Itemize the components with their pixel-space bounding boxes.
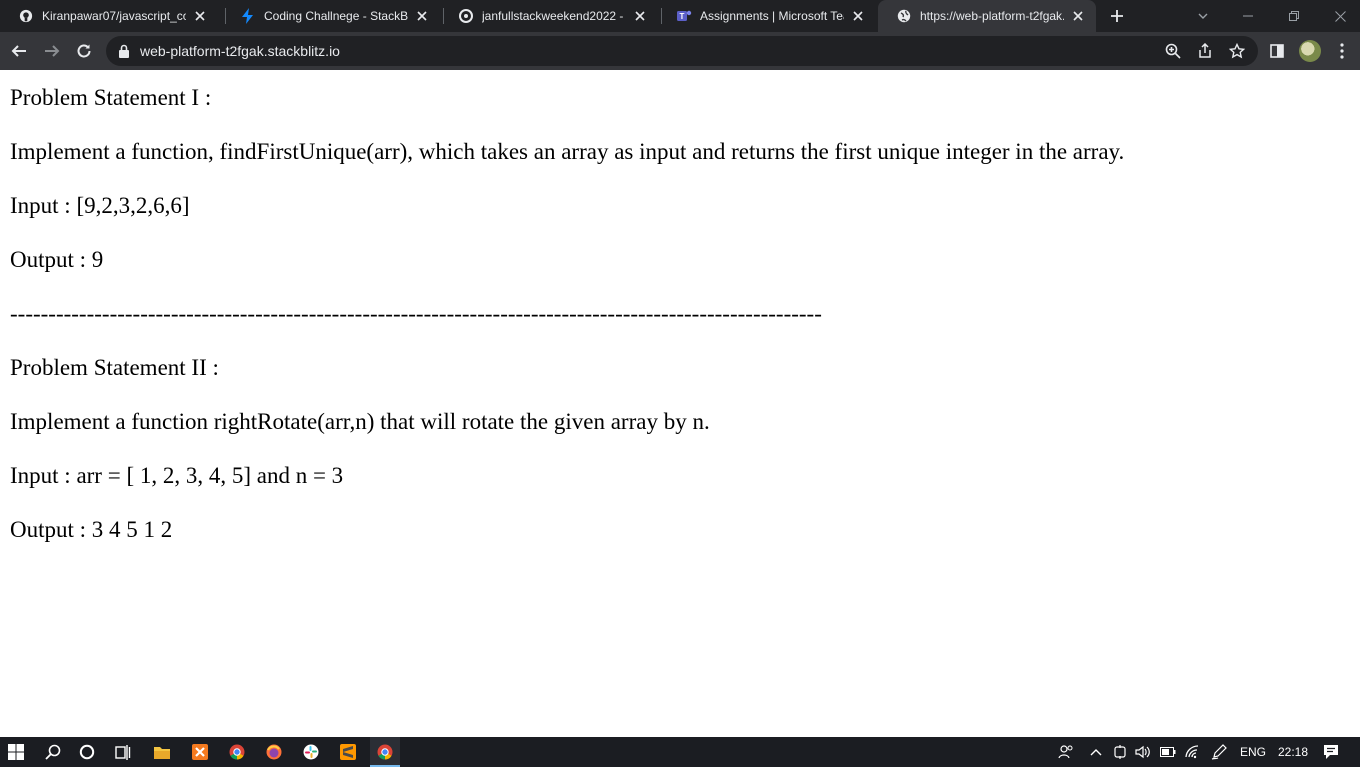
problem-2-output: Output : 3 4 5 1 2 [10,517,173,542]
tab-active-page[interactable]: https://web-platform-t2fgak. [878,0,1096,32]
side-panel-icon[interactable] [1267,41,1287,61]
lock-icon[interactable] [118,44,132,58]
chrome-icon[interactable] [227,742,247,762]
windows-start-icon[interactable] [6,742,26,762]
close-icon[interactable] [1070,8,1086,24]
search-icon[interactable] [43,742,63,762]
zoom-icon[interactable] [1164,42,1182,60]
problem-1-description: Implement a function, findFirstUnique(ar… [10,139,1125,164]
tab-title: Assignments | Microsoft Tear [700,9,844,23]
separator-line: ----------------------------------------… [10,301,822,326]
wifi-icon[interactable] [1183,742,1203,762]
profile-avatar[interactable] [1299,40,1321,62]
browser-toolbar: web-platform-t2fgak.stackblitz.io [0,32,1360,70]
replit-icon [458,8,474,24]
tab-title: Kiranpawar07/javascript_cod [42,9,186,23]
sublime-text-icon[interactable] [338,742,358,762]
url-text[interactable]: web-platform-t2fgak.stackblitz.io [140,43,340,59]
back-arrow-icon[interactable] [9,41,29,61]
globe-icon [896,8,912,24]
pen-icon[interactable] [1209,742,1229,762]
problem-2-heading: Problem Statement II : [10,355,219,380]
tab-replit[interactable]: janfullstackweekend2022 - R [440,0,658,32]
volume-icon[interactable] [1133,742,1153,762]
cortana-icon[interactable] [77,742,97,762]
svg-text:T: T [680,12,685,21]
tab-title: Coding Challnege - StackBlit [264,9,408,23]
window-close-icon[interactable] [1330,6,1350,26]
task-view-icon[interactable] [113,742,133,762]
problem-2-description: Implement a function rightRotate(arr,n) … [10,409,710,434]
menu-kebab-icon[interactable] [1332,41,1352,61]
chevron-up-icon[interactable] [1086,742,1106,762]
problem-2-input: Input : arr = [ 1, 2, 3, 4, 5] and n = 3 [10,463,344,488]
tab-github[interactable]: Kiranpawar07/javascript_cod [0,0,218,32]
stackblitz-icon [240,8,256,24]
forward-arrow-icon[interactable] [42,41,62,61]
xampp-icon[interactable] [190,742,210,762]
browser-tab-strip: Kiranpawar07/javascript_cod Coding Chall… [0,0,1360,32]
meet-now-icon[interactable] [1110,742,1130,762]
firefox-icon[interactable] [264,742,284,762]
share-icon[interactable] [1196,42,1214,60]
bookmark-star-icon[interactable] [1228,42,1246,60]
new-tab-button[interactable] [1107,6,1127,26]
close-icon[interactable] [632,8,648,24]
slack-icon[interactable] [301,742,321,762]
clock[interactable]: 22:18 [1278,745,1308,759]
restore-icon[interactable] [1284,6,1304,26]
close-icon[interactable] [850,8,866,24]
chrome-active-icon[interactable] [375,742,395,762]
windows-taskbar: ENG 22:18 [0,737,1360,767]
page-content: Problem Statement I : Implement a functi… [0,70,1360,737]
tab-title: https://web-platform-t2fgak. [920,9,1064,23]
close-icon[interactable] [192,8,208,24]
problem-1-input: Input : [9,2,3,2,6,6] [10,193,190,218]
close-icon[interactable] [414,8,430,24]
problem-1-output: Output : 9 [10,247,104,272]
tab-search-icon[interactable] [1193,6,1213,26]
file-explorer-icon[interactable] [152,742,172,762]
battery-icon[interactable] [1158,742,1178,762]
minimize-icon[interactable] [1238,6,1258,26]
teams-icon: T [676,8,692,24]
tab-title: janfullstackweekend2022 - R [482,9,626,23]
language-indicator[interactable]: ENG [1240,745,1266,759]
reload-icon[interactable] [74,41,94,61]
tab-teams[interactable]: T Assignments | Microsoft Tear [658,0,876,32]
notifications-icon[interactable] [1321,742,1341,762]
problem-1-heading: Problem Statement I : [10,85,212,110]
github-icon [18,8,34,24]
tab-stackblitz[interactable]: Coding Challnege - StackBlit [222,0,440,32]
address-bar[interactable]: web-platform-t2fgak.stackblitz.io [106,36,1258,66]
people-icon[interactable] [1056,742,1076,762]
